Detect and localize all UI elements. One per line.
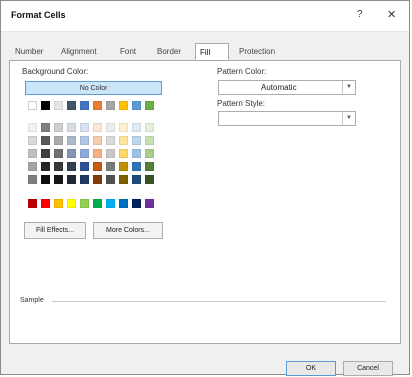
- tint-color-swatch[interactable]: [80, 123, 89, 132]
- tint-color-swatch[interactable]: [54, 149, 63, 158]
- tint-color-swatch[interactable]: [28, 123, 37, 132]
- title-bar: Format Cells ? ✕: [1, 1, 409, 32]
- tint-color-swatch[interactable]: [67, 175, 76, 184]
- theme-color-swatch[interactable]: [54, 101, 63, 110]
- cancel-button[interactable]: Cancel: [343, 361, 393, 376]
- tint-color-swatch[interactable]: [41, 149, 50, 158]
- tab-border[interactable]: Border: [153, 43, 185, 60]
- standard-color-swatch[interactable]: [145, 199, 154, 208]
- tint-color-swatch[interactable]: [54, 175, 63, 184]
- ok-button[interactable]: OK: [286, 361, 336, 376]
- theme-color-swatch[interactable]: [93, 101, 102, 110]
- pattern-color-dropdown[interactable]: Automatic ▼: [218, 80, 356, 95]
- tint-color-swatch[interactable]: [106, 175, 115, 184]
- tab-strip: Number Alignment Font Border Fill Protec…: [9, 43, 401, 61]
- tint-color-swatch[interactable]: [67, 136, 76, 145]
- tint-color-swatch[interactable]: [41, 162, 50, 171]
- tint-color-swatch[interactable]: [145, 149, 154, 158]
- chevron-down-icon: ▼: [342, 112, 355, 125]
- pattern-color-value: Automatic: [261, 83, 297, 92]
- sample-label: Sample: [20, 297, 46, 304]
- tint-color-swatch[interactable]: [132, 123, 141, 132]
- sample-divider: [52, 301, 386, 302]
- tint-color-swatch[interactable]: [145, 162, 154, 171]
- pattern-style-dropdown[interactable]: ▼: [218, 111, 356, 126]
- tint-color-swatch[interactable]: [132, 175, 141, 184]
- tint-color-swatch[interactable]: [119, 136, 128, 145]
- theme-color-swatch[interactable]: [119, 101, 128, 110]
- tint-color-swatch[interactable]: [80, 136, 89, 145]
- tint-color-swatch[interactable]: [119, 149, 128, 158]
- tint-color-swatch[interactable]: [80, 175, 89, 184]
- tint-color-swatch[interactable]: [67, 162, 76, 171]
- tint-color-swatch[interactable]: [132, 136, 141, 145]
- tint-color-swatch[interactable]: [28, 162, 37, 171]
- tint-color-swatch[interactable]: [54, 123, 63, 132]
- standard-color-swatch[interactable]: [119, 199, 128, 208]
- standard-color-swatch[interactable]: [28, 199, 37, 208]
- tint-color-swatch[interactable]: [80, 149, 89, 158]
- tint-color-swatch[interactable]: [41, 123, 50, 132]
- tint-color-swatch[interactable]: [93, 162, 102, 171]
- tint-color-swatch[interactable]: [41, 136, 50, 145]
- tint-color-swatch[interactable]: [93, 149, 102, 158]
- tab-fill[interactable]: Fill: [195, 43, 229, 60]
- background-color-label: Background Color:: [22, 67, 89, 76]
- more-colors-button[interactable]: More Colors...: [93, 222, 163, 239]
- pattern-color-label: Pattern Color:: [217, 67, 267, 76]
- standard-color-swatch[interactable]: [80, 199, 89, 208]
- fill-effects-button[interactable]: Fill Effects...: [24, 222, 86, 239]
- standard-color-swatch[interactable]: [67, 199, 76, 208]
- standard-color-swatch[interactable]: [41, 199, 50, 208]
- standard-color-swatch[interactable]: [93, 199, 102, 208]
- tint-color-swatch[interactable]: [93, 136, 102, 145]
- tint-color-swatch[interactable]: [28, 136, 37, 145]
- theme-color-swatch[interactable]: [41, 101, 50, 110]
- standard-color-swatch[interactable]: [106, 199, 115, 208]
- tint-color-swatch[interactable]: [54, 162, 63, 171]
- tint-color-swatch[interactable]: [145, 175, 154, 184]
- tint-color-swatch[interactable]: [93, 175, 102, 184]
- tab-number[interactable]: Number: [11, 43, 47, 60]
- tint-color-swatch[interactable]: [119, 175, 128, 184]
- theme-color-swatch[interactable]: [132, 101, 141, 110]
- tint-color-swatch[interactable]: [106, 162, 115, 171]
- standard-color-swatch[interactable]: [54, 199, 63, 208]
- tint-color-swatch[interactable]: [41, 175, 50, 184]
- tint-color-swatch[interactable]: [67, 149, 76, 158]
- theme-color-swatch[interactable]: [28, 101, 37, 110]
- tint-color-swatch[interactable]: [145, 123, 154, 132]
- tab-protection[interactable]: Protection: [235, 43, 279, 60]
- tint-color-swatch[interactable]: [106, 136, 115, 145]
- tint-color-swatch[interactable]: [54, 136, 63, 145]
- tint-color-swatch[interactable]: [132, 149, 141, 158]
- theme-color-swatch[interactable]: [80, 101, 89, 110]
- fill-panel: Background Color: No Color Fill Effects.…: [9, 60, 401, 344]
- tint-color-swatch[interactable]: [145, 136, 154, 145]
- tint-color-swatch[interactable]: [93, 123, 102, 132]
- chevron-down-icon: ▼: [342, 81, 355, 94]
- tint-color-swatch[interactable]: [106, 123, 115, 132]
- tint-color-swatch[interactable]: [132, 162, 141, 171]
- theme-color-swatch[interactable]: [145, 101, 154, 110]
- close-icon[interactable]: ✕: [387, 8, 396, 21]
- tab-font[interactable]: Font: [116, 43, 140, 60]
- theme-color-swatch[interactable]: [106, 101, 115, 110]
- tint-color-swatch[interactable]: [119, 123, 128, 132]
- help-button[interactable]: ?: [357, 9, 363, 20]
- standard-color-swatch[interactable]: [132, 199, 141, 208]
- tint-color-swatch[interactable]: [80, 162, 89, 171]
- pattern-style-label: Pattern Style:: [217, 99, 266, 108]
- format-cells-dialog: Format Cells ? ✕ Number Alignment Font B…: [0, 0, 410, 376]
- dialog-title: Format Cells: [11, 10, 66, 20]
- tab-alignment[interactable]: Alignment: [57, 43, 101, 60]
- no-color-button[interactable]: No Color: [25, 81, 162, 95]
- tint-color-swatch[interactable]: [28, 175, 37, 184]
- tint-color-swatch[interactable]: [67, 123, 76, 132]
- tint-color-swatch[interactable]: [106, 149, 115, 158]
- tint-color-swatch[interactable]: [28, 149, 37, 158]
- tint-color-swatch[interactable]: [119, 162, 128, 171]
- theme-color-swatch[interactable]: [67, 101, 76, 110]
